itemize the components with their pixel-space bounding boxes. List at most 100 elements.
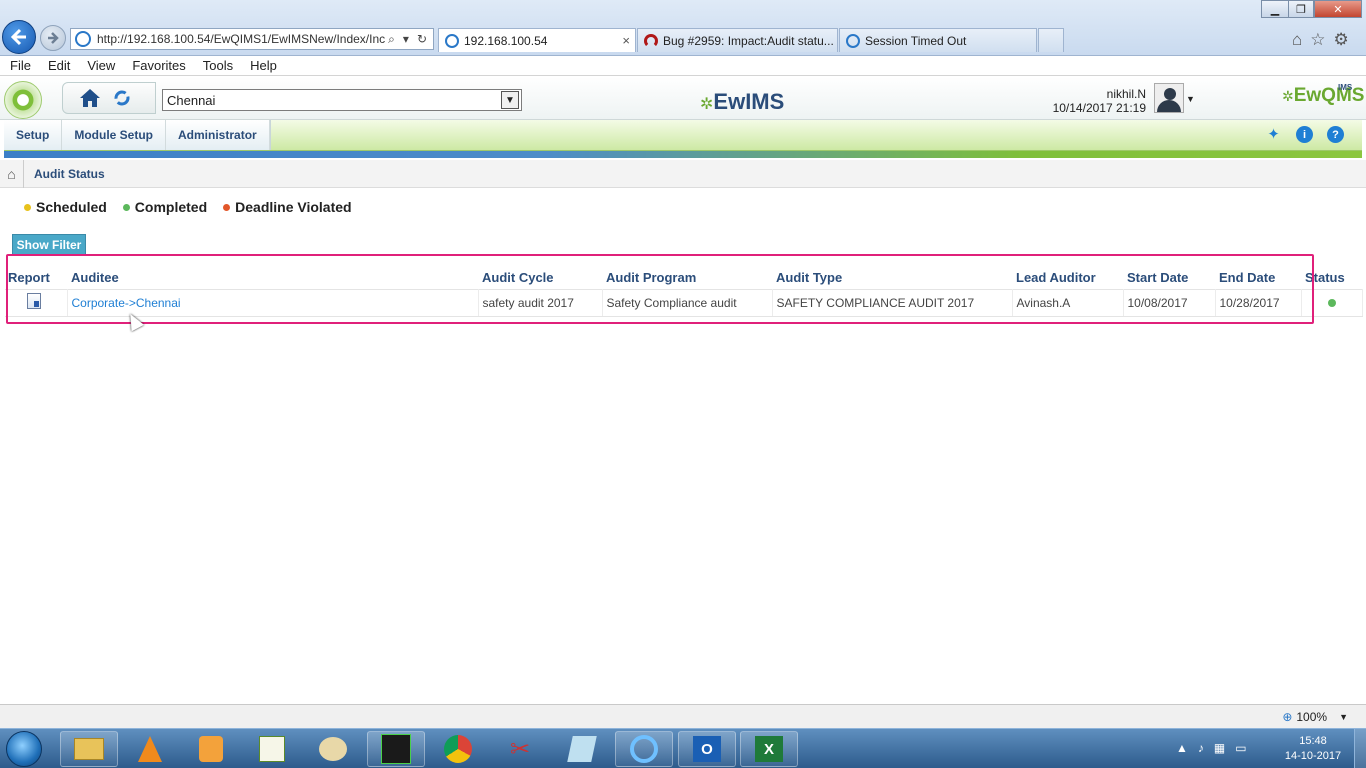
chevron-down-icon[interactable]: ▼ [1339,712,1348,722]
home-icon[interactable]: ⌂ [1292,30,1302,50]
zoom-icon: ⊕ [1282,710,1293,724]
new-tab-button[interactable] [1038,28,1064,52]
chrome-icon[interactable] [429,731,487,767]
breadcrumb: ⌂ Audit Status [0,159,1366,188]
burst-icon: ✲ [1282,88,1294,104]
browser-tab-3[interactable]: Session Timed Out [839,28,1037,52]
search-icon[interactable]: ⌕ [388,32,395,47]
nav-setup[interactable]: Setup [4,120,63,150]
menu-file[interactable]: File [10,58,31,73]
forward-button[interactable] [40,25,66,51]
audit-type-cell: SAFETY COMPLIANCE AUDIT 2017 [772,288,1013,317]
table-header-row: Report Auditee Audit Cycle Audit Program… [5,266,1362,289]
close-window-button[interactable]: ✕ [1314,0,1362,18]
speaker-icon[interactable]: ♪ [1198,741,1204,755]
outlook-icon[interactable]: O [678,731,736,767]
column-header-audit-program[interactable]: Audit Program [602,266,772,289]
terminal-app-icon[interactable] [367,731,425,767]
address-bar[interactable]: http://192.168.100.54/EwQIMS1/EwIMSNew/I… [70,28,434,50]
internet-explorer-icon[interactable] [615,731,673,767]
lead-auditor-cell: Avinash.A [1012,288,1124,317]
chart-app-icon[interactable] [243,731,301,767]
browser-tab-2[interactable]: Bug #2959: Impact:Audit statu... [637,28,838,52]
zoom-control[interactable]: ⊕ 100% ▼ [1282,710,1348,724]
explorer-icon[interactable] [60,731,118,767]
excel-icon[interactable]: X [740,731,798,767]
show-desktop-button[interactable] [1354,729,1366,768]
media-player-icon[interactable] [182,731,240,767]
display-icon[interactable]: ▭ [1235,741,1246,755]
breadcrumb-home-icon[interactable]: ⌂ [0,159,24,188]
location-select[interactable]: Chennai ▼ [162,89,522,111]
ie-icon [75,31,91,47]
home-icon[interactable] [79,88,101,108]
info-icon[interactable]: i [1296,126,1313,143]
tab-title: Bug #2959: Impact:Audit statu... [663,33,834,48]
column-header-audit-type[interactable]: Audit Type [772,266,1012,289]
column-header-auditee[interactable]: Auditee [67,266,478,289]
tab-title: Session Timed Out [865,33,967,48]
notes-icon[interactable] [553,731,611,767]
back-arrow-icon [10,28,26,46]
menu-bar: File Edit View Favorites Tools Help [0,56,1366,76]
tab-title: 192.168.100.54 [464,33,548,48]
menu-tools[interactable]: Tools [203,58,233,73]
avatar[interactable] [1154,83,1184,113]
deadline-violated-dot-icon [223,203,231,211]
report-icon[interactable] [27,293,41,309]
chevron-down-icon[interactable]: ▼ [1186,94,1195,104]
snipping-tool-icon[interactable]: ✂ [491,731,549,767]
column-header-audit-cycle[interactable]: Audit Cycle [478,266,602,289]
column-header-end-date[interactable]: End Date [1215,266,1301,289]
help-icon[interactable]: ? [1327,126,1344,143]
browser-window: http://192.168.100.54/EwQIMS1/EwIMSNew/I… [0,0,1366,768]
menu-view[interactable]: View [87,58,115,73]
column-header-lead-auditor[interactable]: Lead Auditor [1012,266,1123,289]
paint-icon[interactable] [304,731,362,767]
redmine-icon [644,33,658,48]
column-header-report[interactable]: Report [5,266,67,289]
start-button[interactable] [6,731,42,767]
refresh-icon[interactable]: ↻ [417,32,427,47]
burst-icon: ✲ [700,96,714,113]
close-tab-icon[interactable]: × [622,33,630,48]
column-header-start-date[interactable]: Start Date [1123,266,1215,289]
taskbar-clock[interactable]: 15:48 14-10-2017 [1276,734,1350,764]
menu-edit[interactable]: Edit [48,58,70,73]
chevron-up-icon[interactable]: ▲ [1176,741,1188,755]
app-logo-icon[interactable] [4,81,42,119]
favorites-star-icon[interactable]: ☆ [1310,30,1325,50]
audit-program-cell: Safety Compliance audit [602,288,773,317]
gear-icon[interactable]: ⚙ [1334,30,1349,50]
windows-taskbar: ✂ O X ▲ ♪ ▦ ▭ 15:48 14-10-2017 [0,728,1366,768]
column-header-status[interactable]: Status [1301,266,1362,289]
browser-tab-1[interactable]: 192.168.100.54 × [438,28,636,52]
quick-actions [62,82,156,114]
audit-status-table: Report Auditee Audit Cycle Audit Program… [5,266,1363,317]
ewims-logo: ✲EwIMS [700,89,785,114]
menu-help[interactable]: Help [250,58,277,73]
browser-status-bar: ⊕ 100% ▼ [0,704,1366,728]
maximize-button[interactable]: ❐ [1288,0,1314,18]
nav-module-setup[interactable]: Module Setup [62,120,167,150]
audit-cycle-cell: safety audit 2017 [478,288,603,317]
back-button[interactable] [2,20,36,54]
nav-administrator[interactable]: Administrator [166,120,270,150]
location-select-value: Chennai [167,92,216,108]
show-filter-button[interactable]: Show Filter [12,234,86,255]
chevron-down-icon[interactable]: ▼ [501,91,519,109]
status-completed-dot-icon [1327,298,1336,307]
menu-favorites[interactable]: Favorites [132,58,185,73]
auditee-link[interactable]: Corporate->Chennai [67,288,479,317]
vlc-icon[interactable] [121,731,179,767]
network-icon[interactable]: ▦ [1214,741,1225,755]
legend-scheduled: Scheduled [24,199,107,215]
minimize-button[interactable]: ▁ [1261,0,1289,18]
refresh-icon[interactable] [113,89,131,107]
scheduled-dot-icon [24,203,31,211]
dropdown-icon[interactable]: ▾ [403,32,409,47]
system-tray: ▲ ♪ ▦ ▭ [1176,741,1247,755]
pin-icon[interactable]: ✦ [1265,126,1282,143]
legend-completed: Completed [122,199,207,215]
report-cell [5,288,68,317]
